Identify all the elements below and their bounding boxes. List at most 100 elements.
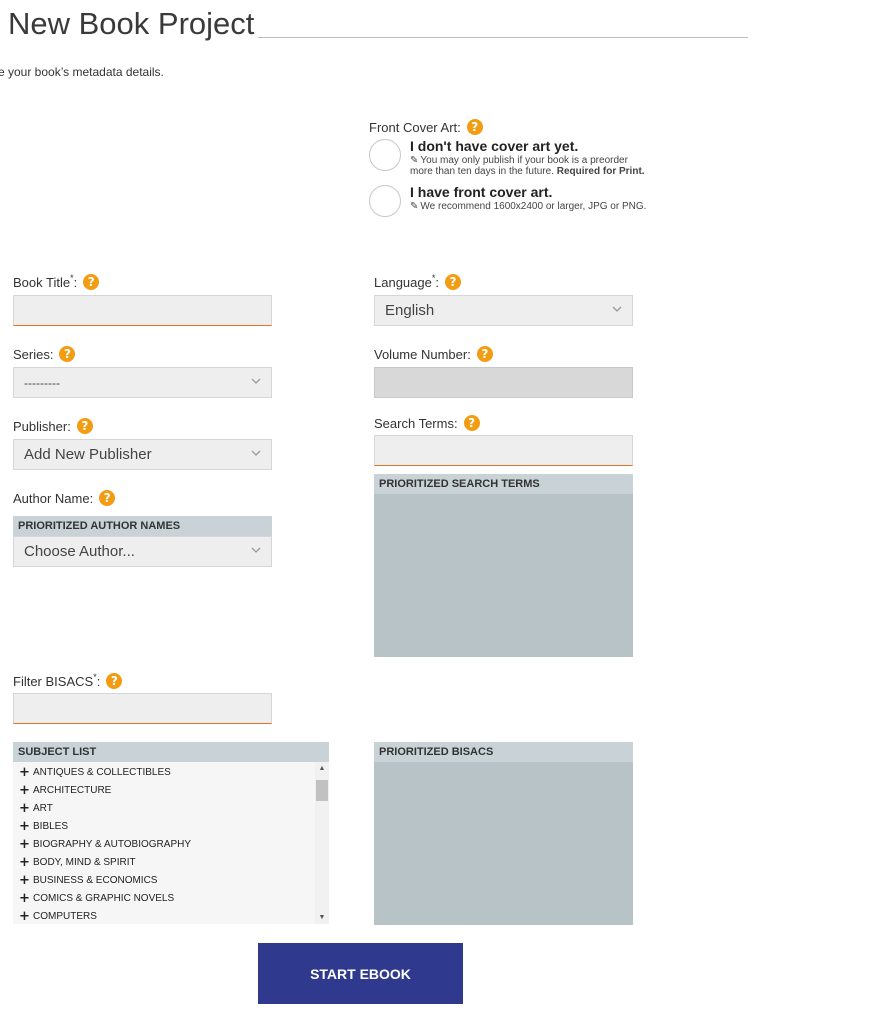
no-cover-title: I don't have cover art yet.	[410, 138, 579, 154]
plus-icon: +	[19, 836, 30, 852]
series-value: ---------	[24, 375, 60, 390]
scroll-down-icon[interactable]: ▼	[315, 914, 329, 921]
chevron-down-icon	[612, 306, 622, 312]
help-icon[interactable]: ?	[463, 415, 480, 431]
help-icon[interactable]: ?	[76, 418, 93, 434]
language-select[interactable]: English	[374, 295, 633, 326]
subject-item[interactable]: + BODY, MIND & SPIRIT	[13, 853, 315, 871]
prioritized-bisacs-panel[interactable]	[374, 762, 633, 925]
language-label: Language *: ?	[374, 273, 461, 290]
label-colon: :	[96, 673, 101, 689]
author-select[interactable]: Choose Author...	[13, 536, 272, 567]
has-cover-note-line1: We recommend 1600x2400 or larger, JPG or…	[420, 201, 647, 212]
help-icon[interactable]: ?	[444, 274, 461, 290]
search-terms-label: Search Terms: ?	[374, 415, 480, 431]
required-mark: *	[70, 273, 74, 283]
scroll-up-icon[interactable]: ▲	[315, 765, 329, 772]
book-title-label-text: Book Title	[13, 274, 71, 290]
publisher-select[interactable]: Add New Publisher	[13, 439, 272, 470]
subject-item[interactable]: + COMPUTERS	[13, 907, 315, 924]
help-icon[interactable]: ?	[106, 673, 123, 689]
language-label-text: Language	[374, 274, 432, 290]
search-terms-input[interactable]	[374, 435, 633, 466]
plus-icon: +	[19, 782, 30, 798]
filter-bisacs-label: Filter BISACS *: ?	[13, 672, 123, 689]
volume-label: Volume Number: ?	[374, 346, 493, 362]
has-cover-title: I have front cover art.	[410, 184, 553, 200]
subject-item[interactable]: + ARCHITECTURE	[13, 781, 315, 799]
subject-item[interactable]: + ANTIQUES & COLLECTIBLES	[13, 763, 315, 781]
series-label-text: Series:	[13, 346, 54, 362]
title-divider	[258, 37, 748, 38]
cover-art-label: Front Cover Art: ?	[369, 119, 483, 135]
filter-bisacs-label-text: Filter BISACS	[13, 673, 94, 689]
author-name-label-text: Author Name:	[13, 490, 94, 506]
author-name-label: Author Name: ?	[13, 490, 116, 506]
required-mark: *	[93, 672, 97, 682]
plus-icon: +	[19, 872, 30, 888]
subject-label: BIBLES	[33, 820, 69, 832]
help-icon[interactable]: ?	[466, 119, 483, 135]
help-icon[interactable]: ?	[99, 490, 116, 506]
subject-item[interactable]: + BIBLES	[13, 817, 315, 835]
plus-icon: +	[19, 908, 30, 924]
edit-icon: ✎	[410, 155, 419, 166]
intro-text: e your book’s metadata details.	[0, 65, 164, 79]
no-cover-note: ✎ You may only publish if your book is a …	[410, 155, 645, 177]
subject-item[interactable]: + COMICS & GRAPHIC NOVELS	[13, 889, 315, 907]
filter-bisacs-input[interactable]	[13, 693, 272, 724]
subject-label: BUSINESS & ECONOMICS	[33, 874, 158, 886]
publisher-label-text: Publisher:	[13, 418, 71, 434]
plus-icon: +	[19, 764, 30, 780]
start-ebook-button[interactable]: START EBOOK	[258, 943, 463, 1004]
subject-label: COMICS & GRAPHIC NOVELS	[33, 892, 175, 904]
prioritized-search-terms-panel[interactable]	[374, 494, 633, 657]
help-icon[interactable]: ?	[476, 346, 493, 362]
series-select[interactable]: ---------	[13, 367, 272, 398]
prioritized-search-terms-header: PRIORITIZED SEARCH TERMS	[374, 474, 633, 494]
volume-label-text: Volume Number:	[374, 346, 471, 362]
required-mark: *	[431, 273, 436, 283]
book-title-label: Book Title *: ?	[13, 273, 100, 290]
no-cover-radio[interactable]	[369, 139, 401, 171]
subject-label: COMPUTERS	[33, 910, 97, 922]
subject-list-header: SUBJECT LIST	[13, 742, 329, 762]
subject-item[interactable]: + ART	[13, 799, 315, 817]
plus-icon: +	[19, 890, 30, 906]
subject-item[interactable]: + BIOGRAPHY & AUTOBIOGRAPHY	[13, 835, 315, 853]
subject-label: ANTIQUES & COLLECTIBLES	[33, 766, 171, 778]
subject-list[interactable]: + ANTIQUES & COLLECTIBLES + ARCHITECTURE +…	[13, 762, 315, 924]
plus-icon: +	[19, 800, 30, 816]
search-terms-label-text: Search Terms:	[374, 415, 458, 431]
subject-label: BIOGRAPHY & AUTOBIOGRAPHY	[33, 838, 192, 850]
language-value: English	[385, 302, 435, 319]
scroll-thumb[interactable]	[316, 780, 328, 801]
no-cover-note-line2: more than ten days in the future.	[410, 166, 554, 177]
publisher-value: Add New Publisher	[24, 446, 152, 463]
no-cover-note-line1: You may only publish if your book is a p…	[420, 155, 628, 166]
help-icon[interactable]: ?	[83, 274, 100, 290]
cover-art-label-text: Front Cover Art:	[369, 119, 461, 135]
subject-label: BODY, MIND & SPIRIT	[33, 856, 136, 868]
no-cover-note-required: Required for Print.	[556, 166, 645, 177]
subject-list-scrollbar[interactable]: ▲ ▼	[315, 762, 329, 924]
subject-label: ARCHITECTURE	[33, 784, 112, 796]
page-title: New Book Project	[8, 6, 255, 41]
label-colon: :	[73, 274, 78, 290]
prioritized-author-names-header: PRIORITIZED AUTHOR NAMES	[13, 516, 272, 536]
prioritized-bisacs-header: PRIORITIZED BISACS	[374, 742, 633, 762]
help-icon[interactable]: ?	[59, 346, 76, 362]
volume-number-input	[374, 367, 633, 398]
series-label: Series: ?	[13, 346, 76, 362]
subject-label: ART	[33, 802, 53, 814]
author-value: Choose Author...	[24, 543, 135, 560]
subject-item[interactable]: + BUSINESS & ECONOMICS	[13, 871, 315, 889]
book-title-input[interactable]	[13, 295, 272, 326]
chevron-down-icon	[251, 547, 261, 553]
has-cover-radio[interactable]	[369, 185, 401, 217]
plus-icon: +	[19, 854, 30, 870]
chevron-down-icon	[251, 450, 261, 456]
has-cover-note: ✎ We recommend 1600x2400 or larger, JPG o…	[410, 201, 646, 212]
publisher-label: Publisher: ?	[13, 418, 93, 434]
chevron-down-icon	[251, 378, 261, 384]
